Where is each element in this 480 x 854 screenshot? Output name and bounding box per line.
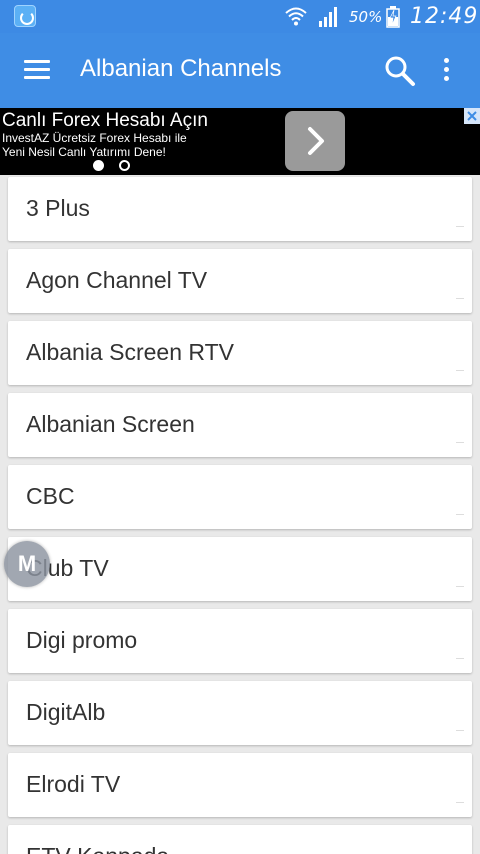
- app-notification-icon: [14, 5, 36, 27]
- channel-item[interactable]: Agon Channel TV: [8, 249, 472, 313]
- signal-icon: [319, 7, 337, 27]
- chevron-right-icon: [308, 127, 324, 155]
- channel-item[interactable]: DigitAlb: [8, 681, 472, 745]
- battery-percent: 50%: [349, 8, 383, 26]
- ad-next-button[interactable]: [285, 111, 345, 171]
- corner-mark: [456, 658, 464, 659]
- ad-page-dot: [119, 160, 130, 171]
- channel-name: 3 Plus: [26, 195, 90, 221]
- channel-name: Albania Screen RTV: [26, 339, 234, 365]
- channel-item[interactable]: Digi promo: [8, 609, 472, 673]
- channel-item[interactable]: Elrodi TV: [8, 753, 472, 817]
- channel-item[interactable]: CBC: [8, 465, 472, 529]
- wifi-icon: [285, 7, 307, 26]
- status-bar: 50% 12:49: [0, 0, 480, 33]
- channel-name: CBC: [26, 483, 75, 509]
- corner-mark: [456, 802, 464, 803]
- corner-mark: [456, 730, 464, 731]
- app-bar: Albanian Channels: [0, 33, 480, 108]
- channel-item[interactable]: Club TV: [8, 537, 472, 601]
- ad-line-2: Yeni Nesil Canlı Yatırımı Dene!: [2, 145, 166, 159]
- menu-icon[interactable]: [24, 60, 50, 80]
- bubble-letter: M: [17, 551, 37, 576]
- corner-mark: [456, 226, 464, 227]
- channel-list: 3 Plus Agon Channel TV Albania Screen RT…: [0, 175, 480, 854]
- channel-name: Agon Channel TV: [26, 267, 208, 293]
- channel-item[interactable]: Albanian Screen: [8, 393, 472, 457]
- search-icon[interactable]: [384, 55, 416, 87]
- page-title: Albanian Channels: [80, 55, 282, 82]
- ad-banner[interactable]: Canlı Forex Hesabı Açın InvestAZ Ücretsi…: [0, 108, 480, 175]
- channel-name: ETV Kanpada: [26, 843, 169, 854]
- corner-mark: [456, 370, 464, 371]
- channel-item[interactable]: 3 Plus: [8, 177, 472, 241]
- corner-mark: [456, 586, 464, 587]
- ad-info-icon[interactable]: [464, 108, 480, 124]
- channel-name: DigitAlb: [26, 699, 106, 725]
- channel-name: Albanian Screen: [26, 411, 195, 437]
- floating-bubble-button[interactable]: M: [4, 541, 50, 587]
- ad-title: Canlı Forex Hesabı Açın: [2, 110, 208, 131]
- channel-name: Digi promo: [26, 627, 138, 653]
- ad-line-1: InvestAZ Ücretsiz Forex Hesabı ile: [2, 131, 187, 145]
- corner-mark: [456, 442, 464, 443]
- clock: 12:49: [410, 4, 479, 29]
- channel-name: Elrodi TV: [26, 771, 121, 797]
- channel-item[interactable]: ETV Kanpada: [8, 825, 472, 854]
- corner-mark: [456, 514, 464, 515]
- battery-charging-icon: [386, 6, 400, 28]
- corner-mark: [456, 298, 464, 299]
- overflow-icon[interactable]: [442, 58, 452, 84]
- ad-page-dot-active: [93, 160, 104, 171]
- channel-item[interactable]: Albania Screen RTV: [8, 321, 472, 385]
